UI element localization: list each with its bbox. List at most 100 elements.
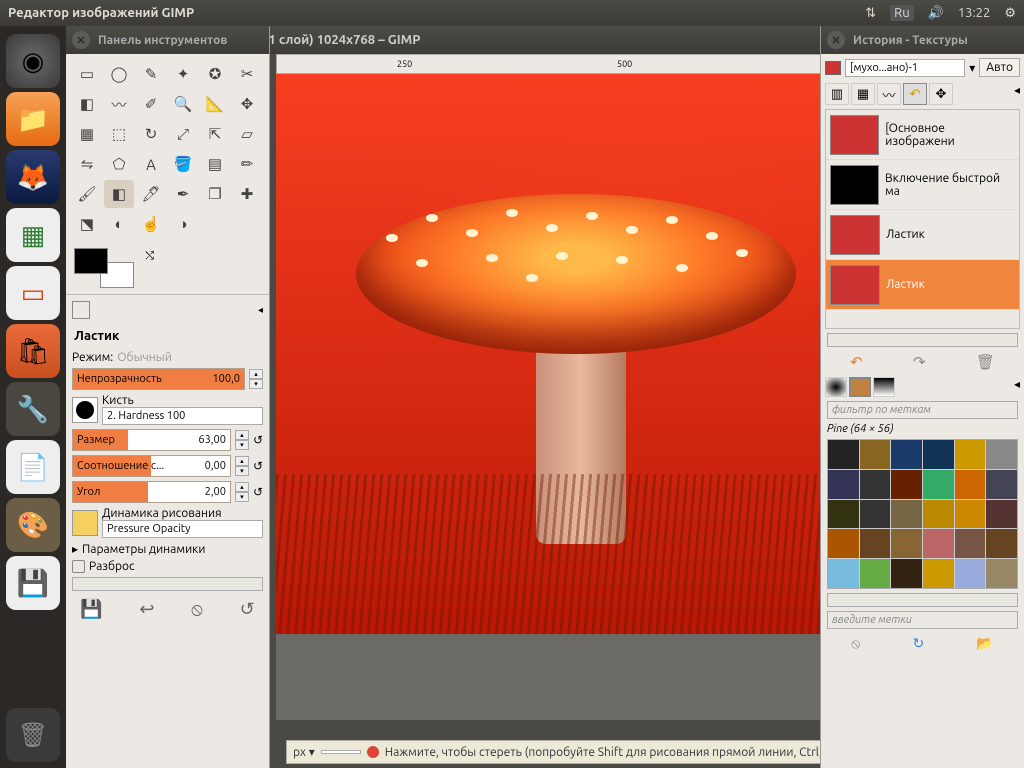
channels-tab-icon[interactable]: ▦ bbox=[851, 83, 875, 105]
expand-dynamics-icon[interactable]: ▸ bbox=[72, 542, 78, 556]
image-selector[interactable]: [мухо...ано)-1 bbox=[845, 59, 965, 77]
tool-paintbrush[interactable]: 🖌 bbox=[72, 180, 102, 208]
pattern-swatch[interactable] bbox=[986, 440, 1017, 469]
tool-ink[interactable]: ✒ bbox=[168, 180, 198, 208]
pattern-swatch[interactable] bbox=[891, 500, 922, 529]
pattern-swatch[interactable] bbox=[923, 529, 954, 558]
tool-smudge[interactable]: ☝ bbox=[136, 210, 166, 238]
tool-move[interactable]: ✥ bbox=[232, 90, 262, 118]
pattern-swatch[interactable] bbox=[828, 470, 859, 499]
auto-button[interactable]: Авто bbox=[979, 58, 1020, 77]
size-stepper[interactable]: ▴▾ bbox=[235, 430, 249, 450]
dash-icon[interactable]: ◉ bbox=[6, 34, 60, 88]
tool-dodge[interactable]: ◑ bbox=[168, 210, 198, 238]
tool-by-color-select[interactable]: ✪ bbox=[200, 60, 230, 88]
pattern-swatch[interactable] bbox=[891, 529, 922, 558]
tool-zoom[interactable]: 🔍 bbox=[168, 90, 198, 118]
libreoffice-calc-icon[interactable]: ▦ bbox=[6, 208, 60, 262]
ratio-slider[interactable]: Соотношение с... 0,00 bbox=[72, 455, 231, 477]
history-item[interactable]: Включение быстрой ма bbox=[826, 160, 1019, 210]
pattern-swatch[interactable] bbox=[955, 529, 986, 558]
tool-color-picker[interactable]: ✐ bbox=[136, 90, 166, 118]
pattern-swatch[interactable] bbox=[860, 470, 891, 499]
ratio-stepper[interactable]: ▴▾ bbox=[235, 456, 249, 476]
pattern-swatch[interactable] bbox=[828, 500, 859, 529]
tool-paths[interactable]: 〰 bbox=[104, 90, 134, 118]
clock[interactable]: 13:22 bbox=[958, 6, 991, 20]
dock-menu-icon[interactable]: ◂ bbox=[1014, 83, 1020, 105]
redo-button[interactable]: ↷ bbox=[913, 353, 926, 371]
scatter-checkbox[interactable] bbox=[72, 560, 85, 573]
usb-drive-icon[interactable]: 💾 bbox=[6, 556, 60, 610]
tool-airbrush[interactable]: 🖊 bbox=[136, 180, 166, 208]
close-icon[interactable]: ✕ bbox=[72, 31, 90, 49]
right-dock-titlebar[interactable]: ✕ История - Текстуры bbox=[821, 26, 1024, 54]
patterns-tab-icon[interactable] bbox=[849, 377, 871, 397]
pattern-swatch[interactable] bbox=[955, 470, 986, 499]
navigation-tab-icon[interactable]: ✥ bbox=[929, 83, 953, 105]
pattern-swatch[interactable] bbox=[986, 470, 1017, 499]
tool-free-select[interactable]: ✎ bbox=[136, 60, 166, 88]
tool-bucket-fill[interactable]: 🪣 bbox=[168, 150, 198, 178]
pattern-swatch[interactable] bbox=[860, 529, 891, 558]
tool-align[interactable]: ▦ bbox=[72, 120, 102, 148]
libreoffice-impress-icon[interactable]: ▭ bbox=[6, 266, 60, 320]
pattern-swatch[interactable] bbox=[828, 559, 859, 588]
tool-heal[interactable]: ✚ bbox=[232, 180, 262, 208]
close-icon[interactable]: ✕ bbox=[827, 31, 845, 49]
pattern-swatch[interactable] bbox=[955, 440, 986, 469]
reset-preset-icon[interactable]: ↺ bbox=[240, 599, 255, 620]
pattern-swatch[interactable] bbox=[923, 500, 954, 529]
history-tab-icon[interactable]: ↶ bbox=[903, 83, 927, 105]
angle-slider[interactable]: Угол 2,00 bbox=[72, 481, 231, 503]
pattern-swatch[interactable] bbox=[955, 500, 986, 529]
tool-fuzzy-select[interactable]: ✦ bbox=[168, 60, 198, 88]
pattern-swatch[interactable] bbox=[891, 440, 922, 469]
history-scrollbar[interactable] bbox=[827, 333, 1018, 347]
pattern-scrollbar[interactable] bbox=[827, 593, 1018, 607]
settings-icon[interactable]: 🔧 bbox=[6, 382, 60, 436]
pattern-labels-input[interactable]: введите метки bbox=[827, 611, 1018, 629]
pattern-swatch[interactable] bbox=[955, 559, 986, 588]
firefox-icon[interactable]: 🦊 bbox=[6, 150, 60, 204]
brush-preview[interactable] bbox=[72, 397, 98, 423]
delete-pattern-icon[interactable]: ⦸ bbox=[851, 635, 860, 652]
unit-indicator[interactable]: px ▾ bbox=[293, 745, 315, 759]
tool-perspective-clone[interactable]: ⬔ bbox=[72, 210, 102, 238]
reset-size-icon[interactable]: ↺ bbox=[253, 433, 263, 447]
brushes-tab-icon[interactable] bbox=[825, 377, 847, 397]
restore-preset-icon[interactable]: ↩ bbox=[139, 599, 154, 620]
libreoffice-writer-icon[interactable]: 📄 bbox=[6, 440, 60, 494]
gradients-tab-icon[interactable] bbox=[873, 377, 895, 397]
gimp-icon[interactable]: 🎨 bbox=[6, 498, 60, 552]
pattern-swatch[interactable] bbox=[860, 559, 891, 588]
refresh-patterns-icon[interactable]: ↻ bbox=[912, 635, 924, 652]
toolbox-titlebar[interactable]: ✕ Панель инструментов bbox=[66, 26, 269, 54]
open-as-image-icon[interactable]: 📂 bbox=[976, 635, 993, 652]
foreground-color[interactable] bbox=[74, 248, 108, 274]
tool-pencil[interactable]: ✏ bbox=[232, 150, 262, 178]
dynamics-input[interactable]: Pressure Opacity bbox=[102, 520, 263, 538]
opacity-stepper[interactable]: ▴▾ bbox=[249, 369, 263, 389]
tool-rect-select[interactable]: ▭ bbox=[72, 60, 102, 88]
mode-value[interactable]: Обычный bbox=[117, 351, 172, 364]
canvas-image[interactable] bbox=[276, 74, 824, 634]
save-preset-icon[interactable]: 💾 bbox=[80, 599, 102, 620]
history-item[interactable]: Ластик bbox=[826, 210, 1019, 260]
layers-tab-icon[interactable]: ▥ bbox=[825, 83, 849, 105]
history-item[interactable]: Ластик bbox=[826, 260, 1019, 310]
pattern-swatch[interactable] bbox=[891, 470, 922, 499]
tool-ellipse-select[interactable]: ◯ bbox=[104, 60, 134, 88]
tool-clone[interactable]: ❐ bbox=[200, 180, 230, 208]
reset-ratio-icon[interactable]: ↺ bbox=[253, 459, 263, 473]
network-icon[interactable]: ⇅ bbox=[865, 6, 876, 21]
pattern-swatch[interactable] bbox=[923, 470, 954, 499]
tool-rotate[interactable]: ↻ bbox=[136, 120, 166, 148]
opacity-slider[interactable]: Непрозрачность 100,0 bbox=[72, 368, 245, 390]
color-swatches[interactable]: ⤭ bbox=[74, 248, 134, 288]
dock-menu-icon[interactable]: ◂ bbox=[258, 304, 263, 316]
angle-stepper[interactable]: ▴▾ bbox=[235, 482, 249, 502]
pattern-filter-input[interactable]: фильтр по меткам bbox=[827, 401, 1018, 419]
pattern-swatch[interactable] bbox=[860, 440, 891, 469]
image-dropdown-icon[interactable]: ▾ bbox=[969, 61, 975, 75]
